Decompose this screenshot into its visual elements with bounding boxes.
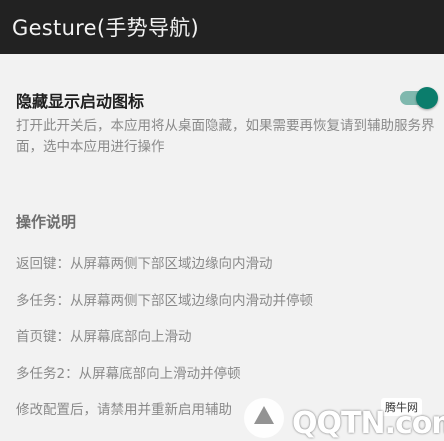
- watermark-text: QQTN.com: [292, 406, 444, 441]
- watermark-logo-icon: [244, 398, 284, 438]
- setting-title: 隐藏显示启动图标: [16, 92, 145, 111]
- instruction-home: 首页键：从屏幕底部向上滑动: [16, 329, 192, 345]
- hide-launcher-icon-setting[interactable]: 隐藏显示启动图标 打开此开关后，本应用将从桌面隐藏，如果需要再恢复请到辅助服务界…: [0, 78, 444, 158]
- instruction-multitask-2: 多任务2：从屏幕底部向上滑动并停顿: [16, 366, 241, 382]
- hide-icon-toggle[interactable]: [397, 86, 439, 110]
- app-bar: Gesture(手势导航): [0, 0, 444, 54]
- setting-description: 打开此开关后，本应用将从桌面隐藏，如果需要再恢复请到辅助服务界面，选中本应用进行…: [16, 118, 435, 155]
- instruction-back: 返回键：从屏幕两侧下部区域边缘向内滑动: [16, 256, 273, 272]
- instruction-reconfigure: 修改配置后，请禁用并重新启用辅助: [16, 402, 232, 418]
- toggle-thumb: [416, 87, 438, 109]
- app-title: Gesture(手势导航): [12, 16, 200, 40]
- instructions-header: 操作说明: [16, 213, 77, 231]
- instruction-multitask: 多任务：从屏幕两侧下部区域边缘向内滑动并停顿: [16, 293, 313, 309]
- watermark: 腾牛网 QQTN.com: [240, 384, 444, 441]
